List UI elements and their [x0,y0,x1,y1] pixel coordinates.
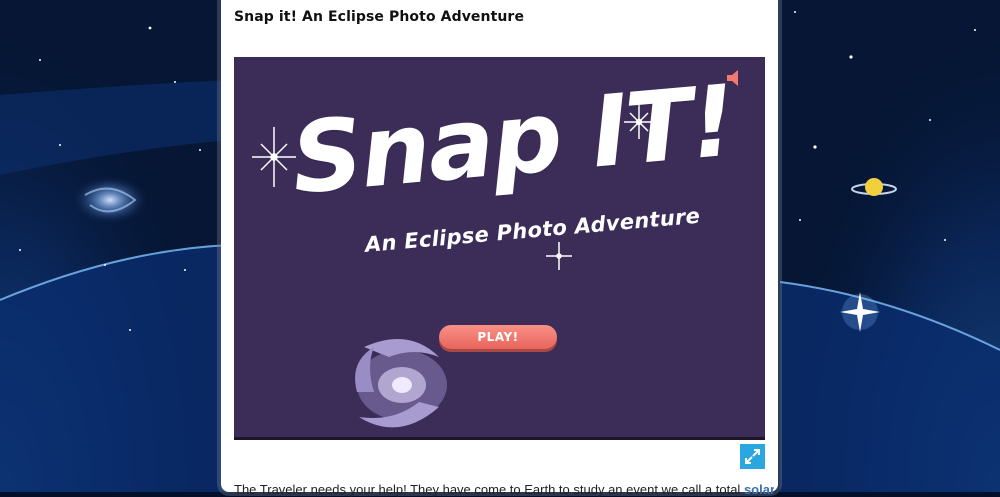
fullscreen-button[interactable] [740,444,765,469]
content-card: Snap it! An Eclipse Photo Adventure Snap… [221,0,778,497]
solar-eclipse-link[interactable]: solar [744,482,774,497]
galaxy-swirl-icon [355,339,447,428]
page-title: Snap it! An Eclipse Photo Adventure [234,9,525,25]
game-canvas[interactable]: Snap IT! An Eclipse Photo Adventure PLAY… [234,57,765,440]
expand-icon [745,449,760,464]
play-button[interactable]: PLAY! [439,325,557,349]
intro-paragraph: The Traveler needs your help! They have … [234,482,774,497]
intro-text: The Traveler needs your help! They have … [234,482,744,497]
